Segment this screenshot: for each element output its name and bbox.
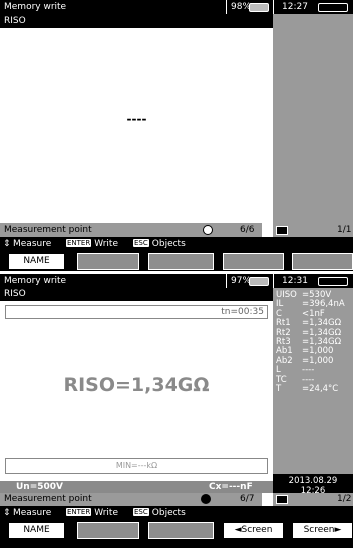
screen-prev-button[interactable]: ◄Screen (223, 522, 284, 539)
status-row: Measurement point 6/7 1/2 (0, 493, 353, 506)
battery-percent: 98% (231, 2, 252, 12)
page-indicator: 1/2 (337, 494, 352, 504)
header-param: RISO (4, 16, 26, 26)
name-button[interactable]: NAME (8, 522, 65, 539)
battery-percent: 97% (231, 276, 252, 286)
timer-box: tn=00:35 (5, 305, 268, 319)
screen-next-button[interactable]: Screen► (292, 522, 353, 539)
esc-key-hint: ESC Objects (133, 508, 186, 518)
function-keys: NAME (0, 251, 353, 271)
point-count: 6/6 (240, 225, 255, 235)
memory-icon (276, 226, 288, 235)
voltage-row: Un=500V Cx=---nF (0, 481, 273, 493)
min-box: MIN=---kΩ (5, 458, 268, 474)
title-bar: Memory write 97% 12:31 (0, 274, 353, 288)
screen-top: Memory write 98% 12:27 RISO ---- Measure… (0, 0, 353, 274)
status-row: Measurement point 6/6 1/1 (0, 223, 353, 237)
key-hints: ⇕ Measure ENTER Write ESC Objects (0, 237, 353, 251)
param-label: T (276, 383, 282, 394)
min-value: MIN=---kΩ (115, 461, 158, 470)
f5-button[interactable] (292, 253, 353, 270)
spacer (262, 493, 273, 506)
f2-button[interactable] (77, 253, 139, 270)
esc-key-hint: ESC Objects (133, 239, 186, 249)
enter-key-hint: ENTER Write (66, 239, 118, 249)
hint-measure: Measure (13, 508, 52, 518)
result-value: RISO=1,34GΩ (63, 374, 210, 396)
measurement-point-label: Measurement point (4, 494, 92, 504)
f4-button[interactable] (223, 253, 284, 270)
hint-measure: Measure (13, 239, 52, 249)
updown-icon: ⇕ (3, 239, 11, 249)
enter-key-hint: ENTER Write (66, 508, 118, 518)
cx-value: Cx=---nF (209, 482, 253, 492)
f3-button[interactable] (148, 522, 214, 539)
parameter-header: RISO (0, 14, 273, 28)
title: Memory write (4, 2, 67, 12)
date: 2013.08.29 (288, 476, 338, 486)
header-param: RISO (4, 289, 26, 299)
measurement-value: ---- (126, 112, 147, 126)
divider (226, 274, 227, 288)
page-indicator: 1/1 (337, 225, 352, 235)
screen-bottom: Memory write 97% 12:31 RISO UISO =530V IL =… (0, 274, 353, 548)
updown-icon: ⇕ (3, 508, 11, 518)
clock: 12:31 (282, 276, 308, 286)
param-row: T =24,4°C (273, 383, 353, 394)
tn-timer: tn=00:35 (221, 307, 264, 317)
display-area: tn=00:35 RISO=1,34GΩ MIN=---kΩ (0, 301, 273, 488)
title: Memory write (4, 276, 67, 286)
memory-icon (276, 495, 288, 504)
probe-icon (201, 494, 211, 504)
clock: 12:27 (282, 2, 308, 12)
divider (273, 0, 274, 14)
key-hints: ⇕ Measure ENTER Write ESC Objects (0, 506, 353, 520)
divider (273, 274, 274, 288)
spacer (262, 223, 273, 237)
measurement-point-label: Measurement point (4, 225, 92, 235)
divider (226, 0, 227, 14)
name-button[interactable]: NAME (8, 253, 65, 270)
face-icon (203, 225, 213, 235)
f3-button[interactable] (148, 253, 214, 270)
param-value: =24,4°C (302, 383, 339, 394)
point-count: 6/7 (240, 494, 255, 504)
f2-button[interactable] (77, 522, 139, 539)
display-area: ---- (0, 28, 273, 223)
parameter-header: RISO (0, 288, 273, 301)
side-panel (273, 14, 353, 223)
un-value: Un=500V (16, 482, 64, 492)
function-keys: NAME ◄Screen Screen► (0, 520, 353, 548)
title-bar: Memory write 98% 12:27 (0, 0, 353, 14)
parameters-panel: UISO =530V IL =396,4nA C <1nF Rt1 =1,34GΩ Rt2 =1,… (273, 288, 353, 488)
